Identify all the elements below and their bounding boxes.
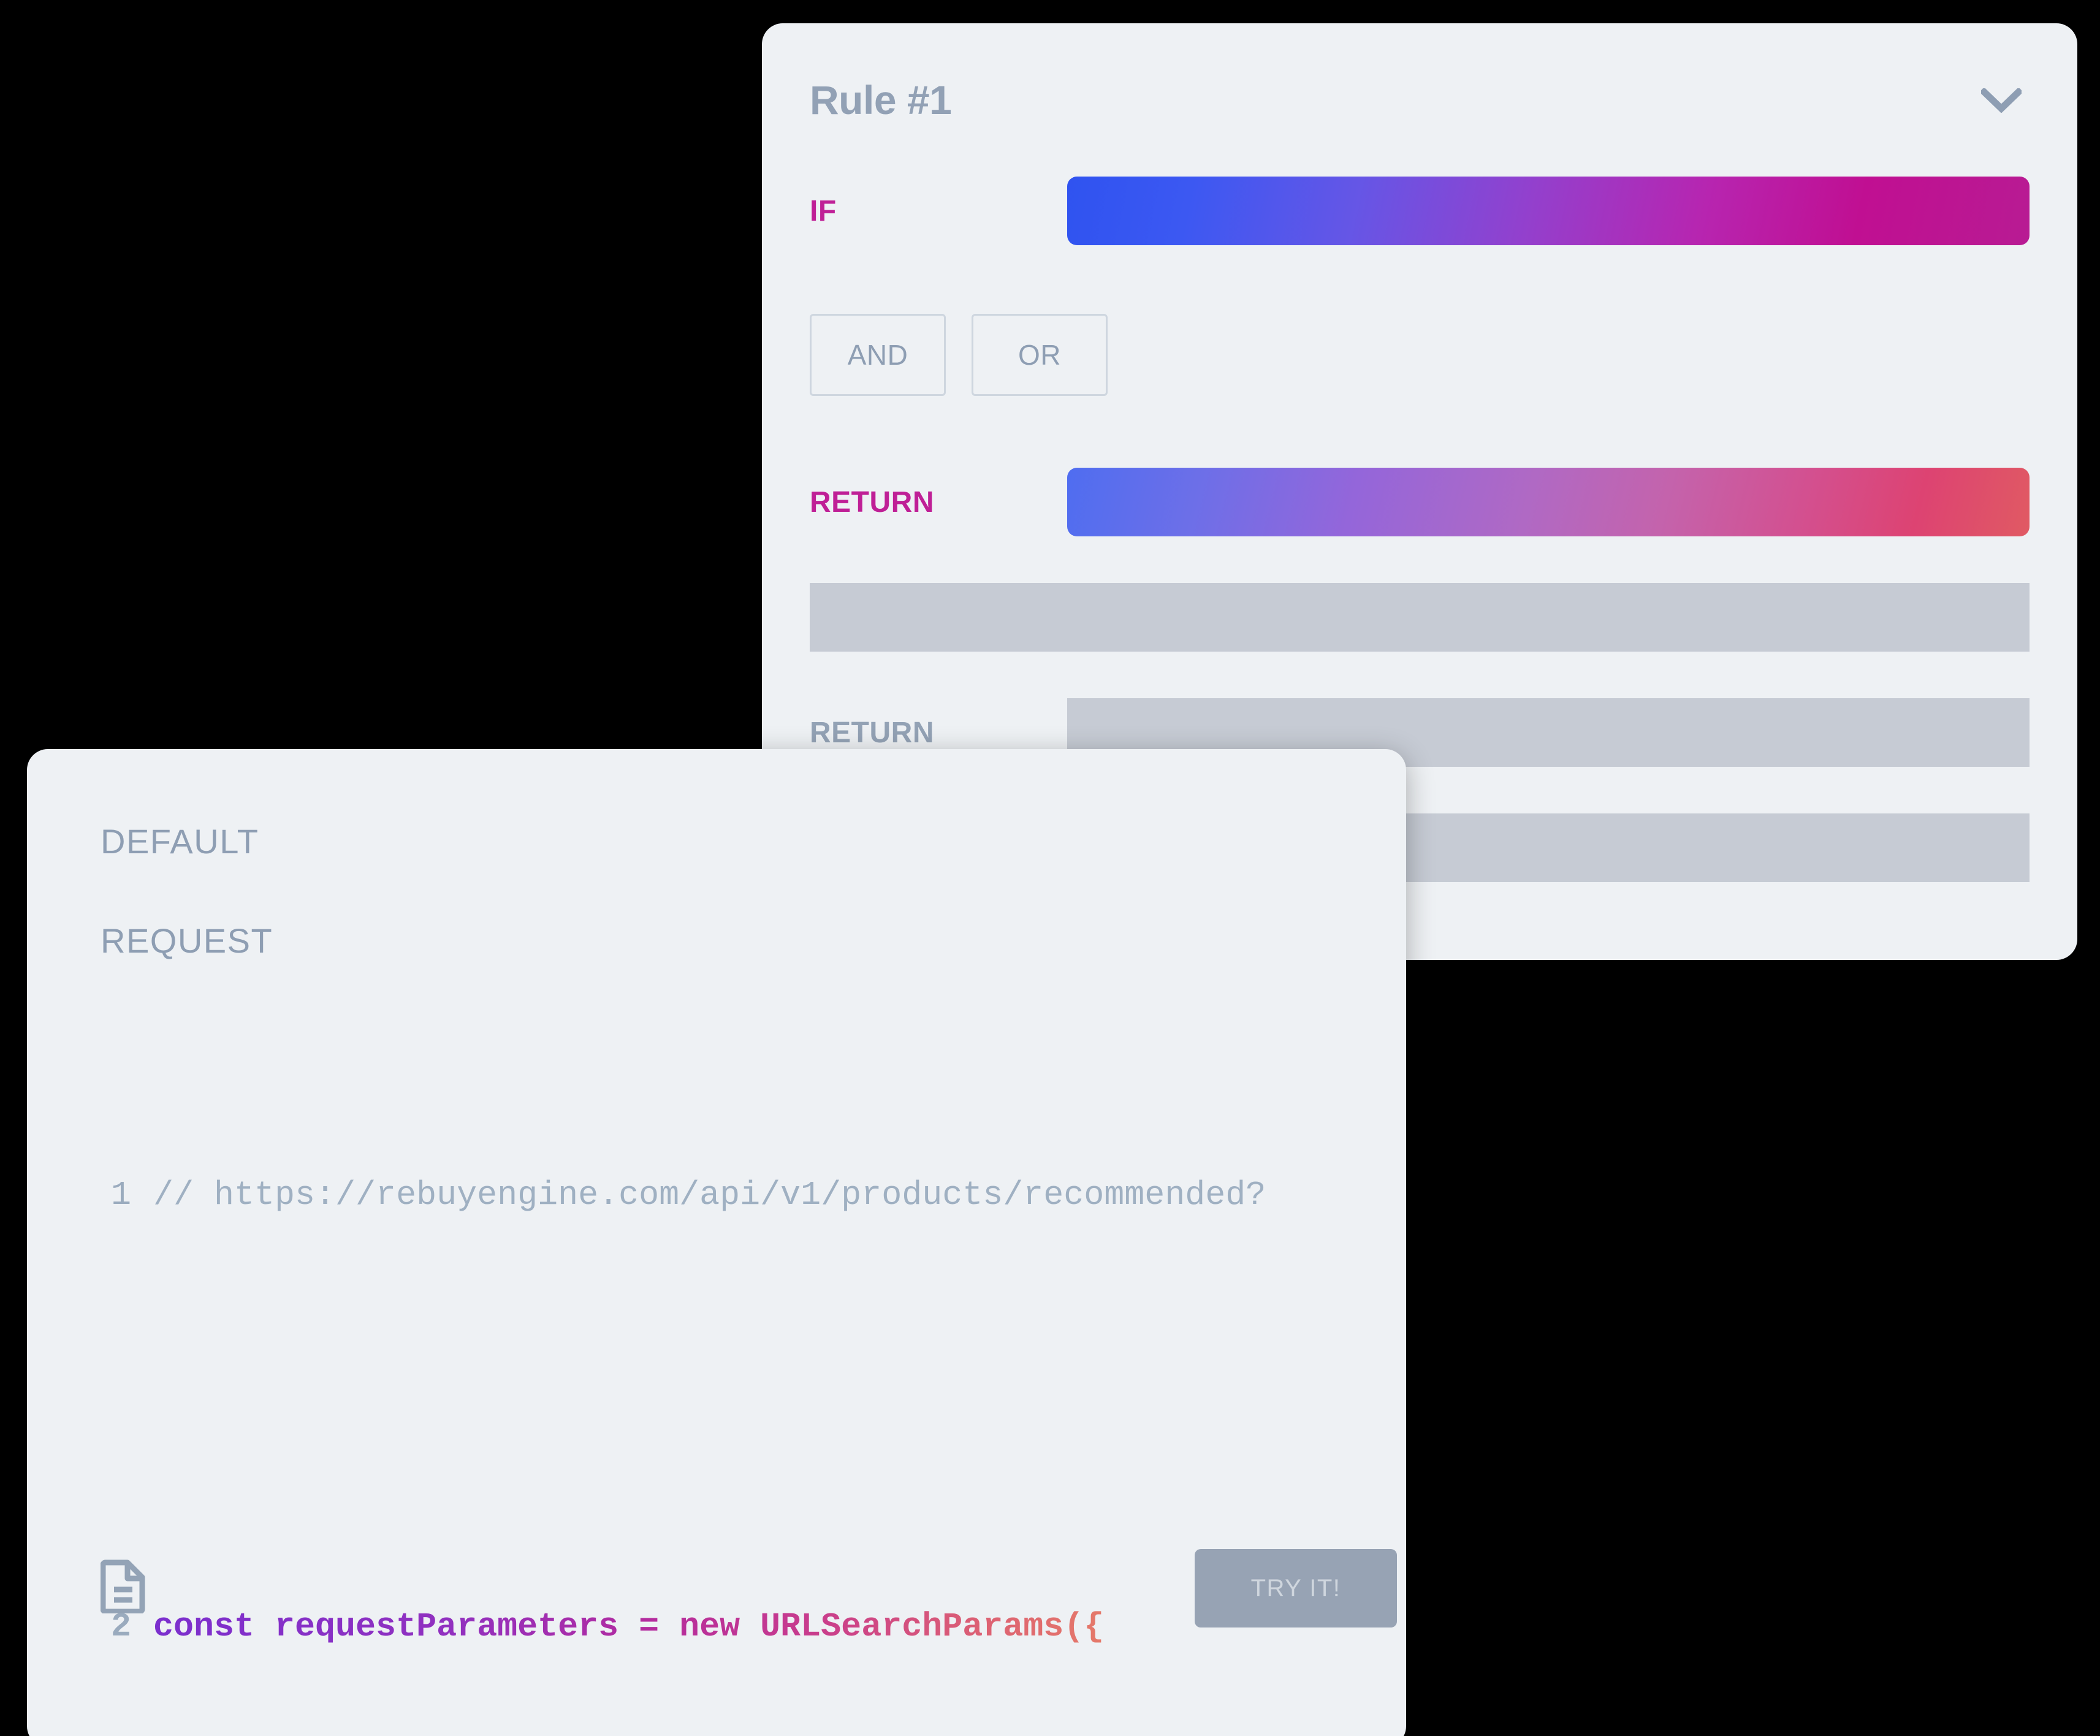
document-icon[interactable] — [101, 1558, 147, 1613]
rule-card-header: Rule #1 — [810, 72, 2030, 128]
default-heading: DEFAULT — [101, 822, 259, 861]
code-line: 1 // https://rebuyengine.com/api/v1/produ… — [93, 1168, 1369, 1222]
try-it-button[interactable]: TRY IT! — [1195, 1549, 1397, 1628]
or-button[interactable]: OR — [972, 314, 1108, 396]
code-token-declaration: const requestParameters = new URLSearchP… — [153, 1607, 1105, 1646]
placeholder-bar-1[interactable] — [810, 583, 2030, 652]
request-heading: REQUEST — [101, 921, 273, 960]
return-value-field-primary[interactable] — [1067, 468, 2030, 536]
screen-root: Rule #1 IF AND OR RETURN RETURN DEFAULT … — [0, 0, 2100, 1736]
line-number: 1 — [110, 1176, 131, 1214]
rule-if-row: IF — [810, 177, 2030, 245]
if-label: IF — [810, 194, 837, 227]
return-label-secondary: RETURN — [810, 716, 934, 749]
rule-return-row-primary: RETURN — [810, 468, 2030, 536]
code-sample-card: DEFAULT REQUEST 1 // https://rebuyengine.… — [27, 749, 1406, 1736]
chevron-down-icon[interactable] — [1977, 76, 2026, 125]
code-block[interactable]: 1 // https://rebuyengine.com/api/v1/produ… — [93, 1007, 1369, 1736]
logic-connector-group: AND OR — [810, 314, 1108, 396]
code-token-comment: // https://rebuyengine.com/api/v1/produc… — [153, 1176, 1266, 1214]
if-condition-field[interactable] — [1067, 177, 2030, 245]
rule-title: Rule #1 — [810, 77, 952, 123]
and-button[interactable]: AND — [810, 314, 946, 396]
code-line: 2 const requestParameters = new URLSearch… — [93, 1600, 1369, 1654]
return-label-primary: RETURN — [810, 485, 934, 519]
